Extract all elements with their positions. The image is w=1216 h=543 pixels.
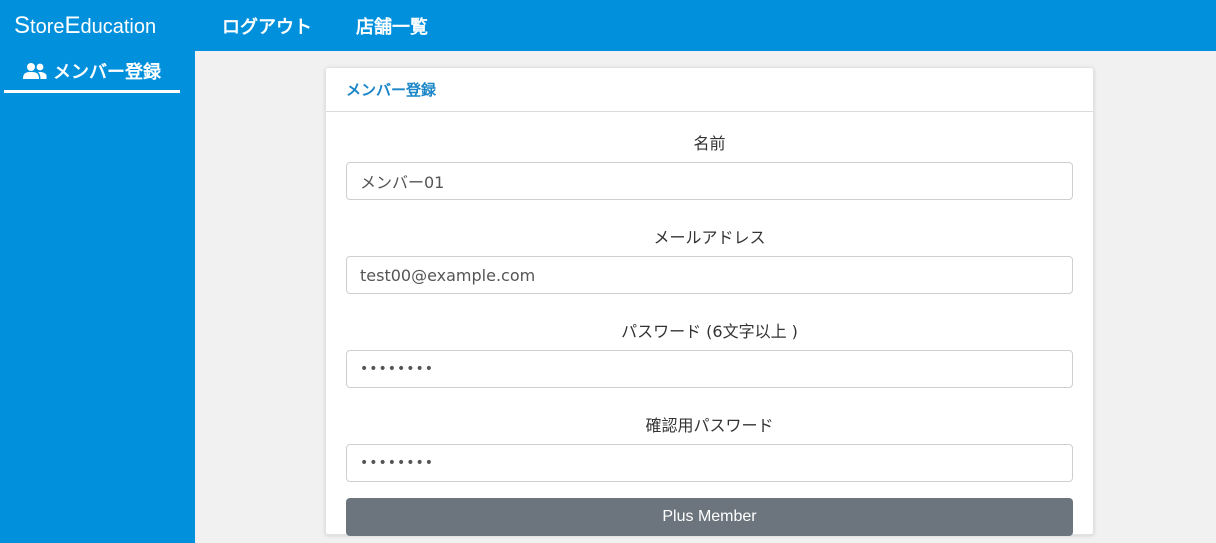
confirm-password-label: 確認用パスワード [645, 416, 774, 435]
plus-member-button[interactable]: Plus Member [346, 498, 1073, 536]
name-label: 名前 [693, 134, 726, 153]
top-navbar: StoreEducation ログアウト 店舗一覧 [0, 0, 1216, 51]
sidebar: メンバー登録 [0, 51, 195, 543]
name-field[interactable] [346, 162, 1073, 200]
password-label: パスワード (6文字以上 ) [621, 322, 798, 341]
logout-link[interactable]: ログアウト [222, 13, 312, 39]
sidebar-item-label: メンバー登録 [53, 61, 161, 83]
sidebar-item-member-register[interactable]: メンバー登録 [4, 51, 180, 93]
email-field[interactable] [346, 256, 1073, 294]
users-icon [23, 62, 47, 79]
brand-logo[interactable]: StoreEducation [0, 12, 222, 40]
password-field[interactable] [346, 350, 1073, 388]
store-list-link[interactable]: 店舗一覧 [356, 13, 428, 39]
confirm-password-field[interactable] [346, 444, 1073, 482]
member-register-card: メンバー登録 名前 メールアドレス パスワード (6文字以上 ) 確認用パスワー… [325, 67, 1094, 536]
card-title: メンバー登録 [326, 68, 1093, 112]
email-label: メールアドレス [653, 228, 766, 247]
member-form: 名前 メールアドレス パスワード (6文字以上 ) 確認用パスワード Plus … [326, 134, 1093, 536]
